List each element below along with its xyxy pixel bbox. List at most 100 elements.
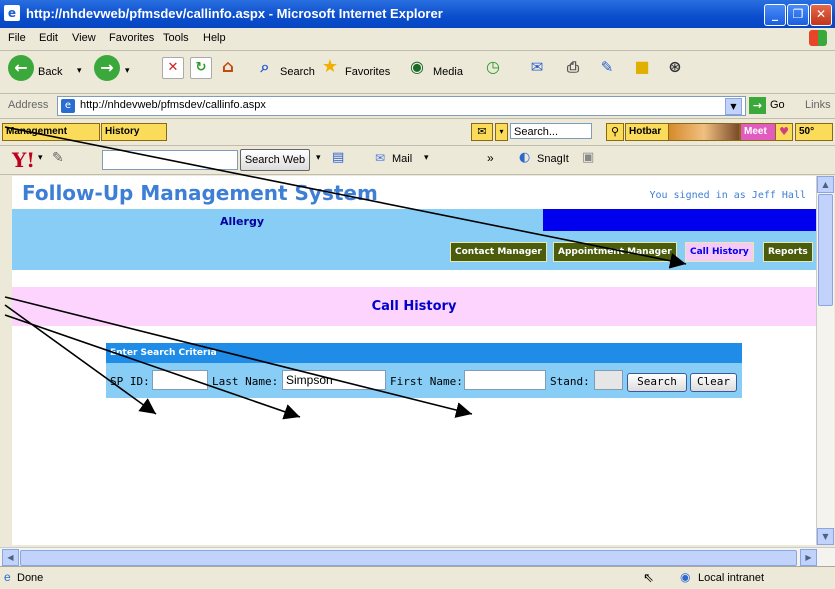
status-bar: e Done ⇖ ◉ Local intranet bbox=[0, 566, 835, 589]
email-icon[interactable]: ✉ bbox=[471, 123, 493, 141]
history-link[interactable]: History bbox=[101, 123, 167, 141]
scroll-up-icon[interactable]: ▲ bbox=[817, 176, 834, 193]
vertical-scrollbar[interactable]: ▲ ▼ bbox=[816, 176, 834, 545]
search-dropdown-icon[interactable]: ▾ bbox=[495, 123, 508, 141]
management-label: Management bbox=[6, 126, 68, 137]
stand-input[interactable] bbox=[594, 370, 623, 390]
menu-tools[interactable]: Tools bbox=[163, 32, 189, 44]
weather-link[interactable]: 50° bbox=[795, 123, 833, 141]
menu-view[interactable]: View bbox=[72, 32, 96, 44]
bookmark-icon[interactable]: ▤ bbox=[332, 150, 344, 165]
chevron-more-icon[interactable]: » bbox=[487, 151, 494, 165]
refresh-icon[interactable]: ↻ bbox=[190, 57, 212, 79]
favorites-icon[interactable]: ★ bbox=[320, 57, 340, 77]
weather-label: 50° bbox=[799, 126, 815, 137]
snagit-button[interactable]: SnagIt bbox=[537, 153, 569, 165]
media-icon[interactable]: ◉ bbox=[407, 57, 427, 77]
menu-edit[interactable]: Edit bbox=[39, 32, 58, 44]
search-web-dropdown-icon[interactable]: ▾ bbox=[316, 153, 321, 163]
menu-bar: File Edit View Favorites Tools Help bbox=[0, 28, 835, 51]
sp-id-input[interactable] bbox=[152, 370, 208, 390]
capture-icon[interactable]: ▣ bbox=[582, 150, 594, 165]
forward-icon[interactable]: → bbox=[94, 55, 120, 81]
search-label[interactable]: Search bbox=[280, 66, 315, 78]
minimize-button[interactable]: _ bbox=[764, 4, 786, 26]
search-criteria-panel: Enter Search Criteria SP ID: Last Name: … bbox=[106, 343, 742, 398]
app-header: Follow-Up Management System You signed i… bbox=[12, 176, 816, 209]
go-arrow-icon[interactable]: → bbox=[749, 97, 766, 114]
menu-help[interactable]: Help bbox=[203, 32, 226, 44]
edit-icon[interactable]: ✎ bbox=[597, 57, 617, 77]
address-url[interactable]: http://nhdevweb/pfmsdev/callinfo.aspx bbox=[80, 99, 266, 111]
yahoo-logo[interactable]: Y! bbox=[12, 148, 35, 172]
scroll-right-icon[interactable]: ▶ bbox=[800, 549, 817, 566]
forward-dropdown-icon[interactable]: ▾ bbox=[125, 65, 130, 76]
search-button[interactable]: Search bbox=[627, 373, 687, 392]
favorites-label[interactable]: Favorites bbox=[345, 66, 390, 78]
hotbar-label: Hotbar bbox=[629, 126, 662, 137]
address-dropdown-icon[interactable]: ▼ bbox=[725, 98, 742, 115]
standard-toolbar: ← Back ▾ → ▾ ✕ ↻ ⌂ ⌕ Search ★ Favorites … bbox=[0, 51, 835, 94]
nav-appointment-manager[interactable]: Appointment Manager bbox=[553, 242, 677, 262]
go-button[interactable]: Go bbox=[770, 99, 785, 111]
management-link[interactable]: Management bbox=[2, 123, 100, 141]
scroll-down-icon[interactable]: ▼ bbox=[817, 528, 834, 545]
horizontal-scroll-thumb[interactable] bbox=[20, 550, 797, 566]
close-button[interactable]: ✕ bbox=[810, 4, 832, 26]
print-icon[interactable]: ⎙ bbox=[563, 57, 583, 77]
media-label[interactable]: Media bbox=[433, 66, 463, 78]
clear-button[interactable]: Clear bbox=[690, 373, 737, 392]
snagit-icon[interactable]: ◐ bbox=[519, 150, 530, 165]
first-name-label: First Name: bbox=[390, 375, 463, 388]
yahoo-toolbar: Y! ▾ ✎ Search Web ▾ ▤ ✉ Mail ▾ » ◐ SnagI… bbox=[0, 146, 835, 175]
mail-envelope-icon[interactable]: ✉ bbox=[375, 151, 385, 165]
nav-call-history[interactable]: Call History bbox=[685, 242, 754, 262]
magnifier-icon[interactable]: ⚲ bbox=[606, 123, 624, 141]
home-icon[interactable]: ⌂ bbox=[218, 57, 238, 77]
search-criteria-header: Enter Search Criteria bbox=[106, 343, 742, 363]
app-title: Follow-Up Management System bbox=[22, 181, 378, 205]
back-icon[interactable]: ← bbox=[8, 55, 34, 81]
toolbar-search-input[interactable]: Search... bbox=[510, 123, 592, 139]
address-input[interactable]: e http://nhdevweb/pfmsdev/callinfo.aspx bbox=[57, 96, 746, 116]
search-icon[interactable]: ⌕ bbox=[255, 57, 275, 77]
yahoo-dropdown-icon[interactable]: ▾ bbox=[38, 153, 43, 163]
messenger-icon[interactable]: ■ bbox=[632, 57, 652, 77]
meet-link[interactable]: Meet bbox=[740, 123, 776, 141]
photo-strip-icon[interactable] bbox=[668, 123, 740, 141]
menu-favorites[interactable]: Favorites bbox=[109, 32, 154, 44]
page-heading-band: Call History bbox=[12, 287, 816, 326]
vertical-scroll-thumb[interactable] bbox=[818, 194, 833, 306]
scroll-left-icon[interactable]: ◀ bbox=[2, 549, 19, 566]
maximize-button[interactable]: ❐ bbox=[787, 4, 809, 26]
nav-reports[interactable]: Reports bbox=[763, 242, 813, 262]
sp-id-label: SP ID: bbox=[110, 375, 150, 388]
yahoo-mail-link[interactable]: Mail bbox=[392, 153, 412, 165]
page-done-icon: e bbox=[4, 570, 11, 584]
address-label: Address bbox=[8, 99, 49, 111]
yahoo-search-input[interactable] bbox=[102, 150, 238, 170]
mail-icon[interactable]: ✉ bbox=[527, 57, 547, 77]
stop-icon[interactable]: ✕ bbox=[162, 57, 184, 79]
pencil-icon[interactable]: ✎ bbox=[52, 150, 64, 166]
links-bar: Management History ✉ ▾ Search... ⚲ Hotba… bbox=[0, 119, 835, 146]
search-web-button[interactable]: Search Web bbox=[240, 149, 310, 171]
history-icon[interactable]: ◷ bbox=[483, 57, 503, 77]
nav-contact-manager[interactable]: Contact Manager bbox=[450, 242, 547, 262]
heart-icon[interactable]: ♥ bbox=[775, 123, 793, 141]
spacer bbox=[12, 270, 816, 287]
back-dropdown-icon[interactable]: ▾ bbox=[77, 65, 82, 76]
horizontal-scrollbar[interactable]: ◀ ▶ bbox=[0, 547, 835, 567]
first-name-input[interactable] bbox=[464, 370, 546, 390]
mail-dropdown-icon[interactable]: ▾ bbox=[424, 153, 429, 163]
mouse-pointer-icon: ⇖ bbox=[643, 570, 654, 585]
links-label[interactable]: Links bbox=[805, 99, 831, 111]
intranet-zone-icon: ◉ bbox=[680, 570, 691, 584]
header-accent-block bbox=[543, 209, 816, 231]
back-label[interactable]: Back bbox=[38, 66, 62, 78]
last-name-input[interactable]: Simpson bbox=[282, 370, 386, 390]
research-icon[interactable]: ⊛ bbox=[665, 57, 685, 77]
menu-file[interactable]: File bbox=[8, 32, 26, 44]
hotbar-link[interactable]: Hotbar bbox=[625, 123, 669, 141]
meet-label: Meet bbox=[744, 126, 767, 137]
